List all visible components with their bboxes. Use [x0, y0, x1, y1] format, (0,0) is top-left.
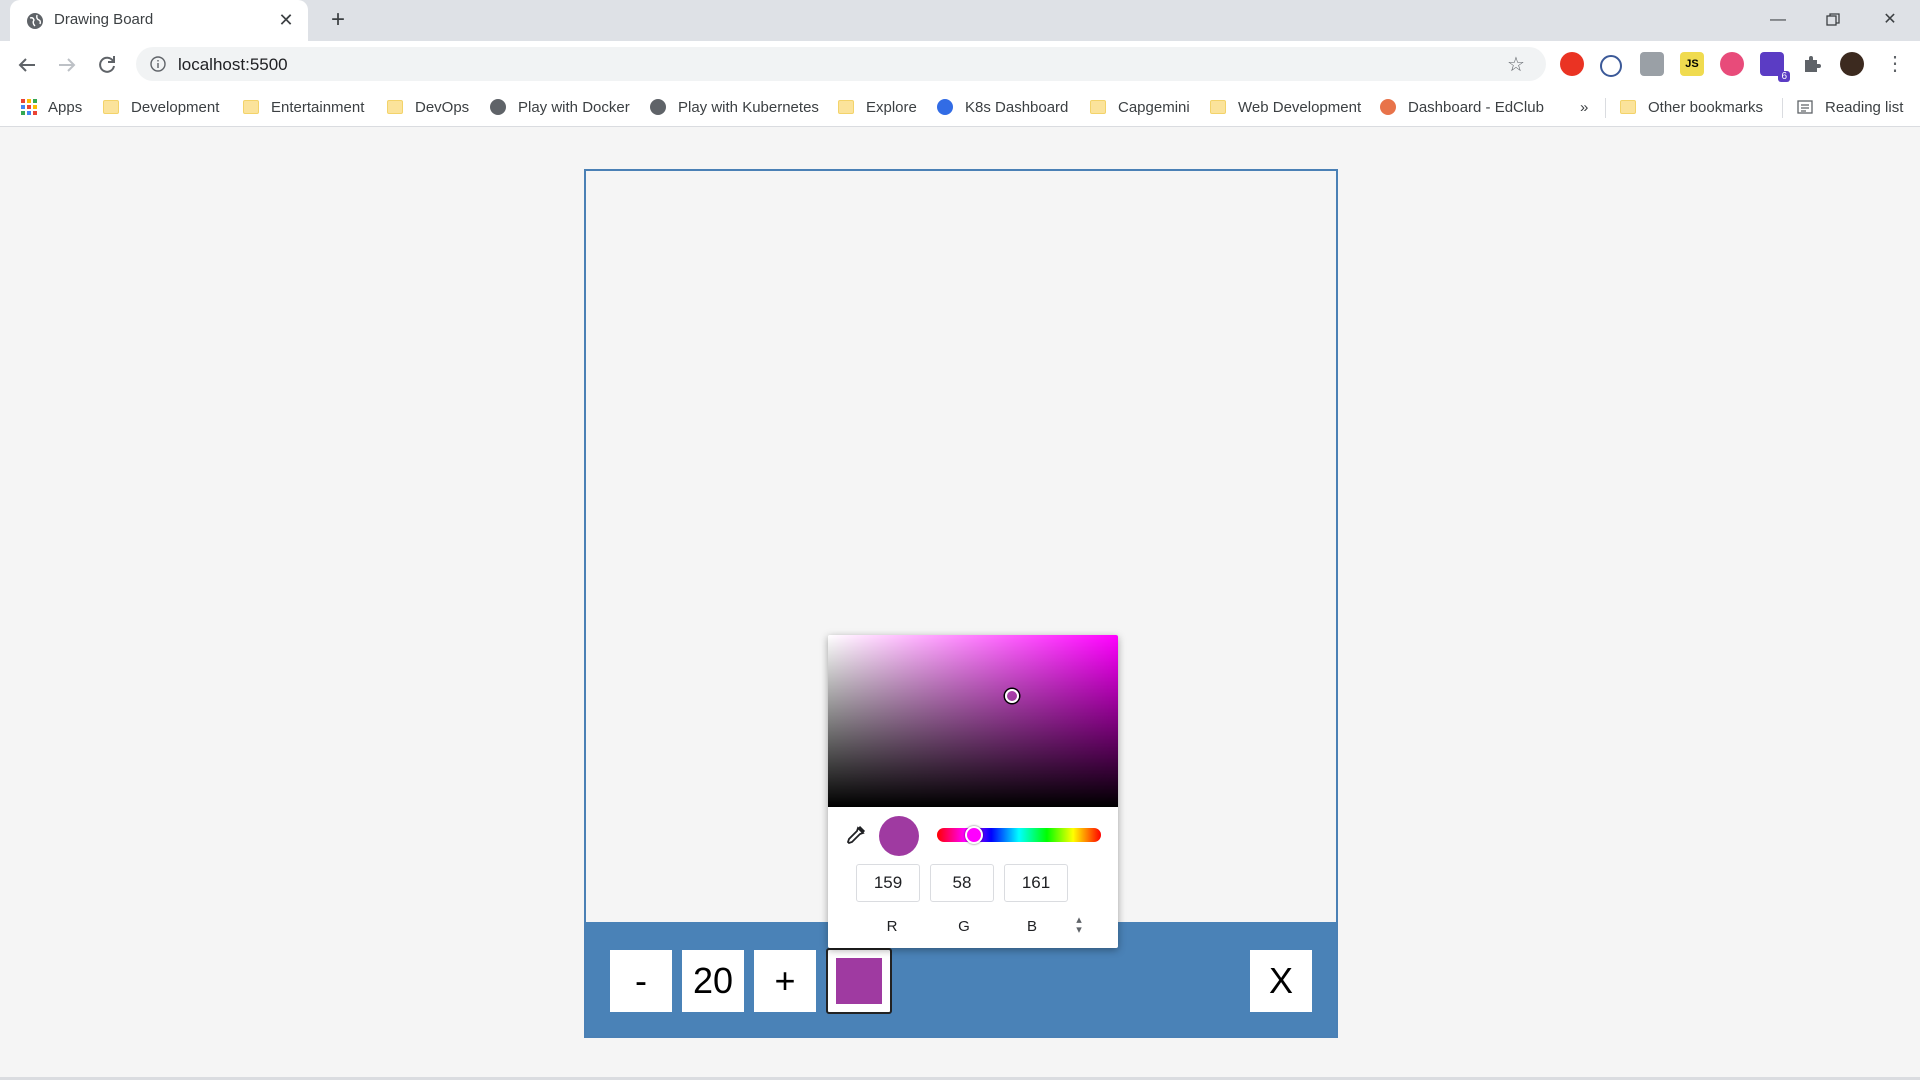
- bookmark-label: Play with Docker: [518, 98, 630, 116]
- bookmark-star-icon[interactable]: ☆: [1507, 52, 1525, 77]
- bookmark-label: Other bookmarks: [1648, 98, 1764, 116]
- bookmark-label: Explore: [866, 98, 917, 116]
- eyedropper-icon[interactable]: [844, 825, 866, 847]
- saturation-value-area[interactable]: [828, 635, 1118, 807]
- bookmarks-overflow[interactable]: »: [1580, 96, 1588, 118]
- bookmark-entertainment[interactable]: Entertainment: [243, 96, 364, 118]
- reading-list-icon: [1797, 100, 1813, 114]
- hue-slider[interactable]: [937, 828, 1101, 842]
- bookmark-other-bookmarks[interactable]: Other bookmarks: [1620, 96, 1763, 118]
- extensions-puzzle-icon[interactable]: [1800, 52, 1824, 76]
- overflow-chevron-icon: »: [1580, 98, 1589, 116]
- color-preview: [879, 816, 919, 856]
- globe-icon: [490, 99, 506, 115]
- clear-button[interactable]: X: [1250, 950, 1312, 1012]
- bookmark-play-with-docker[interactable]: Play with Docker: [490, 96, 630, 118]
- globe-icon: [650, 99, 666, 115]
- folder-icon: [1210, 100, 1226, 114]
- bookmark-label: Apps: [48, 98, 83, 116]
- bookmark-dashboard-edclub[interactable]: Dashboard - EdClub: [1380, 96, 1544, 118]
- bookmark-apps[interactable]: Apps: [20, 96, 82, 118]
- bookmark-label: DevOps: [415, 98, 470, 116]
- current-color-swatch: [836, 958, 882, 1004]
- url-text: localhost:5500: [178, 55, 288, 74]
- folder-icon: [838, 100, 854, 114]
- adblock-extension-icon[interactable]: [1560, 52, 1584, 76]
- bookmark-label: Play with Kubernetes: [678, 98, 819, 116]
- bookmark-development[interactable]: Development: [103, 96, 219, 118]
- hue-handle[interactable]: [965, 826, 983, 844]
- increase-size-button[interactable]: +: [754, 950, 816, 1012]
- folder-icon: [103, 100, 119, 114]
- bookmark-label: Web Development: [1238, 98, 1362, 116]
- divider: [1782, 98, 1783, 118]
- green-input[interactable]: 58: [930, 864, 994, 902]
- bookmark-web-development[interactable]: Web Development: [1210, 96, 1361, 118]
- red-input[interactable]: 159: [856, 864, 920, 902]
- tab-strip: Drawing Board ✕ + — ✕: [0, 0, 1920, 41]
- new-tab-icon[interactable]: +: [326, 8, 350, 32]
- reading-list-label: Reading list: [1825, 98, 1904, 116]
- back-icon[interactable]: [13, 51, 41, 79]
- bookmark-label: K8s Dashboard: [965, 98, 1069, 116]
- bookmark-explore[interactable]: Explore: [838, 96, 917, 118]
- address-bar[interactable]: localhost:5500 ☆: [136, 47, 1546, 81]
- bookmark-play-with-kubernetes[interactable]: Play with Kubernetes: [650, 96, 819, 118]
- format-toggle-icon[interactable]: ▴ ▾: [1070, 915, 1088, 936]
- globe-icon: [27, 13, 43, 29]
- extension-icon[interactable]: [1640, 52, 1664, 76]
- js-extension-icon[interactable]: JS: [1680, 52, 1704, 76]
- kubernetes-icon: [937, 99, 953, 115]
- blue-input[interactable]: 161: [1004, 864, 1068, 902]
- bookmark-label: Dashboard - EdClub: [1408, 98, 1544, 116]
- folder-icon: [1620, 100, 1636, 114]
- bookmark-label: Entertainment: [271, 98, 365, 116]
- browser-toolbar: localhost:5500 ☆ JS 6 ⋮: [0, 41, 1920, 88]
- info-icon[interactable]: [150, 56, 166, 72]
- reload-icon[interactable]: [93, 51, 121, 79]
- divider: [1605, 98, 1606, 118]
- forward-icon[interactable]: [53, 51, 81, 79]
- sv-handle[interactable]: [1005, 689, 1019, 703]
- folder-icon: [387, 100, 403, 114]
- bookmark-capgemini[interactable]: Capgemini: [1090, 96, 1190, 118]
- red-label: R: [886, 918, 898, 935]
- bookmark-label: Capgemini: [1118, 98, 1190, 116]
- close-window-icon[interactable]: ✕: [1870, 6, 1910, 34]
- bookmark-label: Development: [131, 98, 220, 116]
- folder-icon: [243, 100, 259, 114]
- color-picker-button[interactable]: [826, 948, 892, 1014]
- size-display: 20: [682, 950, 744, 1012]
- browser-tab[interactable]: Drawing Board ✕: [10, 0, 308, 41]
- cap-extension-icon[interactable]: 6: [1760, 52, 1790, 82]
- bookmarks-bar: Apps Development Entertainment DevOps Pl…: [0, 88, 1920, 127]
- green-label: G: [958, 918, 970, 935]
- t-extension-icon[interactable]: [1720, 52, 1744, 76]
- minimize-icon[interactable]: —: [1758, 6, 1798, 34]
- block-extension-icon[interactable]: [1600, 55, 1622, 77]
- menu-dots-icon[interactable]: ⋮: [1885, 52, 1905, 76]
- apps-grid-icon: [21, 99, 37, 115]
- decrease-size-button[interactable]: -: [610, 950, 672, 1012]
- blue-label: B: [1026, 918, 1037, 935]
- bookmark-devops[interactable]: DevOps: [387, 96, 469, 118]
- tab-title: Drawing Board: [54, 11, 154, 28]
- restore-icon[interactable]: [1813, 6, 1853, 34]
- avatar[interactable]: [1840, 52, 1864, 76]
- color-picker-popup: 159 58 161 R G B ▴ ▾: [828, 635, 1118, 948]
- edclub-icon: [1380, 99, 1396, 115]
- bookmark-k8s-dashboard[interactable]: K8s Dashboard: [937, 96, 1068, 118]
- reading-list[interactable]: Reading list: [1797, 96, 1903, 118]
- extension-badge: 6: [1778, 71, 1790, 82]
- folder-icon: [1090, 100, 1106, 114]
- tab-close-icon[interactable]: ✕: [276, 10, 296, 30]
